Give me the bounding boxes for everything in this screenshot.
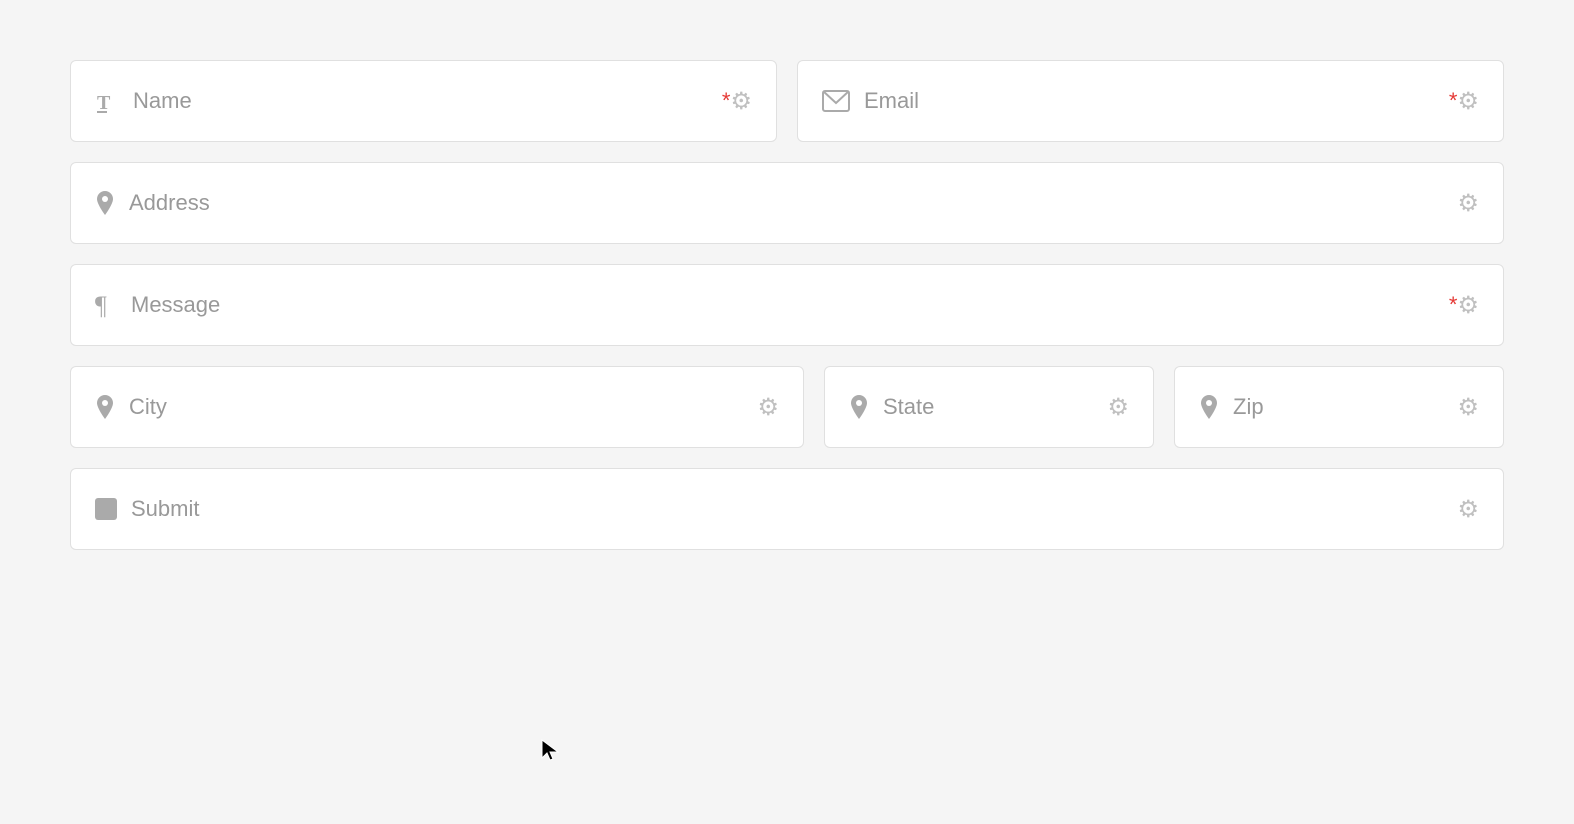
text-icon: T — [95, 89, 119, 113]
settings-icon-address[interactable]: ⚙ — [1457, 189, 1479, 218]
field-label-address: Address — [129, 190, 1457, 216]
settings-icon-state[interactable]: ⚙ — [1107, 393, 1129, 422]
field-card-zip[interactable]: Zip ⚙ — [1174, 366, 1504, 448]
email-icon — [822, 90, 850, 112]
field-label-email: Email — [864, 88, 1443, 114]
mouse-cursor — [540, 738, 560, 764]
paragraph-icon: ¶ — [95, 292, 117, 318]
form-builder: T Name * ⚙ Email * ⚙ — [0, 0, 1574, 630]
row-submit: Submit ⚙ — [70, 468, 1504, 550]
required-marker-message: * — [1449, 292, 1458, 318]
row-message: ¶ Message * ⚙ — [70, 264, 1504, 346]
location-icon-state — [849, 394, 869, 420]
row-city-state-zip: City ⚙ State ⚙ Zip ⚙ — [70, 366, 1504, 448]
settings-icon-submit[interactable]: ⚙ — [1457, 495, 1479, 524]
svg-text:¶: ¶ — [95, 292, 107, 318]
row-address: Address ⚙ — [70, 162, 1504, 244]
field-label-city: City — [129, 394, 757, 420]
svg-text:T: T — [97, 92, 111, 113]
field-label-message: Message — [131, 292, 1443, 318]
field-card-state[interactable]: State ⚙ — [824, 366, 1154, 448]
settings-icon-zip[interactable]: ⚙ — [1457, 393, 1479, 422]
location-icon-address — [95, 190, 115, 216]
field-card-city[interactable]: City ⚙ — [70, 366, 804, 448]
field-card-email[interactable]: Email * ⚙ — [797, 60, 1504, 142]
field-label-state: State — [883, 394, 1107, 420]
location-icon-city — [95, 394, 115, 420]
row-name-email: T Name * ⚙ Email * ⚙ — [70, 60, 1504, 142]
settings-icon-message[interactable]: ⚙ — [1457, 291, 1479, 320]
field-card-submit[interactable]: Submit ⚙ — [70, 468, 1504, 550]
field-label-submit: Submit — [131, 496, 1457, 522]
settings-icon-email[interactable]: ⚙ — [1457, 87, 1479, 116]
field-label-name: Name — [133, 88, 716, 114]
location-icon-zip — [1199, 394, 1219, 420]
button-icon-submit — [95, 498, 117, 520]
field-card-address[interactable]: Address ⚙ — [70, 162, 1504, 244]
settings-icon-name[interactable]: ⚙ — [730, 87, 752, 116]
field-card-name[interactable]: T Name * ⚙ — [70, 60, 777, 142]
field-card-message[interactable]: ¶ Message * ⚙ — [70, 264, 1504, 346]
required-marker-name: * — [722, 88, 731, 114]
settings-icon-city[interactable]: ⚙ — [757, 393, 779, 422]
field-label-zip: Zip — [1233, 394, 1457, 420]
required-marker-email: * — [1449, 88, 1458, 114]
